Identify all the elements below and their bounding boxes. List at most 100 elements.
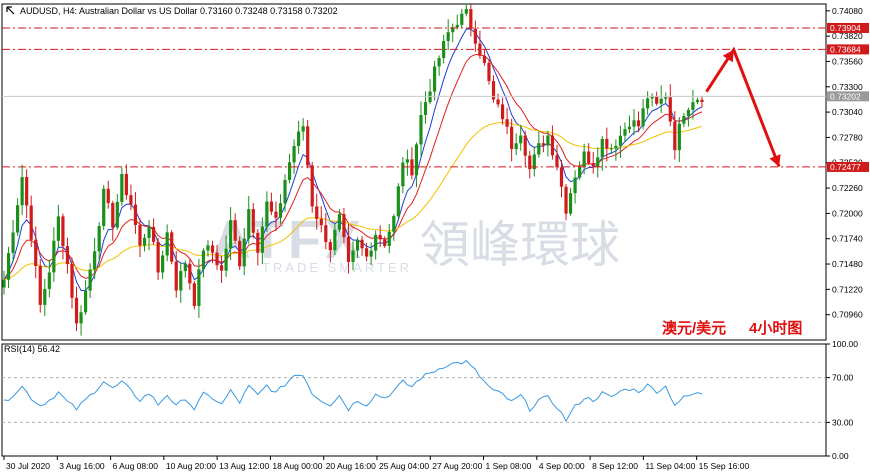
candle-body: [34, 239, 38, 266]
candle-body: [201, 250, 206, 270]
candle-body: [546, 135, 550, 146]
candle-body: [111, 203, 115, 228]
candle: [192, 280, 196, 310]
candle-body: [170, 232, 174, 262]
rsi-tick-label: 30.00: [832, 417, 854, 427]
candle-body: [247, 209, 251, 239]
price-tick-label: 0.73300: [832, 82, 863, 92]
candle-body: [206, 245, 210, 251]
candle-body: [659, 98, 663, 104]
watermark-tagline: TRADE SMARTER: [262, 260, 412, 275]
candle-body: [292, 145, 296, 163]
time-tick-label: 8 Sep 12:00: [592, 461, 638, 471]
candle-body: [219, 265, 224, 271]
candle-body: [541, 143, 545, 146]
time-tick-label: 10 Aug 20:00: [166, 461, 216, 471]
candle-body: [695, 99, 700, 103]
candle-body: [165, 232, 169, 256]
price-tick-label: 0.71480: [832, 259, 863, 269]
candle-body: [197, 269, 201, 306]
candle-body: [641, 108, 645, 127]
candle-body: [269, 201, 274, 212]
candle-body: [600, 138, 604, 158]
candle-body: [627, 126, 632, 130]
candle-body: [238, 240, 242, 267]
time-tick-label: 27 Aug 20:00: [432, 461, 482, 471]
annotation-pair: 澳元/美元: [662, 319, 726, 337]
candle-body: [56, 216, 60, 241]
candle-body: [328, 242, 332, 251]
candle-body: [215, 252, 219, 266]
candle: [487, 59, 491, 85]
candle: [102, 184, 106, 231]
candle-body: [38, 265, 42, 305]
candle-body: [487, 62, 491, 82]
time-tick-label: 15 Sep 16:00: [699, 461, 750, 471]
candle-body: [473, 28, 477, 44]
candle-body: [337, 214, 342, 230]
candle-body: [192, 283, 196, 306]
time-tick-label: 1 Sep 08:00: [486, 461, 532, 471]
price-tick-label: 0.73040: [832, 107, 863, 117]
level-price-badge: 0.72477: [830, 162, 861, 172]
candle-body: [2, 279, 6, 288]
candle-body: [133, 204, 138, 225]
candle-body: [587, 151, 591, 164]
candle-body: [115, 201, 119, 228]
candle-body: [43, 288, 47, 305]
time-tick-label: 11 Sep 04:00: [645, 461, 695, 471]
candle-body: [636, 120, 641, 127]
candle: [38, 259, 42, 313]
candle-body: [120, 173, 124, 202]
candle: [396, 183, 400, 220]
candle-body: [618, 135, 623, 146]
candle-body: [646, 98, 650, 109]
candle: [310, 161, 314, 213]
candle-body: [174, 261, 178, 291]
candle-body: [442, 41, 446, 59]
candle-body: [401, 162, 405, 187]
candle-body: [20, 177, 24, 206]
candle-body: [297, 131, 301, 146]
candle-body: [106, 188, 110, 204]
candle-body: [333, 229, 337, 251]
candle-body: [432, 66, 437, 92]
candle-body: [405, 159, 409, 163]
candle-body: [210, 245, 215, 253]
candle-body: [677, 123, 681, 151]
time-tick-label: 30 Jul 2020: [6, 461, 50, 471]
candle-body: [655, 96, 659, 104]
candle-body: [364, 248, 369, 257]
candle-body: [469, 9, 473, 29]
candle-body: [346, 237, 351, 262]
watermark-chinese: 領峰環球: [420, 217, 620, 273]
price-chart: ATFX 領峰環球 TRADE SMARTER 0.740800.738200.…: [0, 0, 870, 474]
candle-body: [93, 251, 97, 270]
candle-body: [614, 145, 618, 149]
candle-body: [274, 211, 278, 218]
candle-body: [301, 126, 305, 132]
candle-body: [256, 232, 260, 253]
rsi-tick-label: 100.00: [832, 339, 858, 349]
candle-body: [496, 99, 500, 105]
candle-body: [156, 241, 160, 273]
candle-body: [183, 263, 187, 272]
price-tick-label: 0.74080: [832, 6, 863, 16]
candle-body: [88, 269, 92, 291]
candle-body: [369, 250, 373, 257]
price-tick-label: 0.71220: [832, 284, 863, 294]
candle-body: [224, 248, 228, 271]
candle-body: [79, 312, 83, 324]
candle-body: [242, 238, 246, 267]
candle-body: [129, 195, 133, 205]
candle-body: [673, 121, 677, 151]
candle-body: [52, 240, 56, 273]
candle-body: [6, 253, 11, 280]
candle-body: [668, 97, 672, 122]
candle-body: [378, 234, 382, 240]
price-tick-label: 0.72780: [832, 132, 863, 142]
candle-body: [147, 226, 151, 238]
time-tick-label: 4 Sep 00:00: [539, 461, 585, 471]
price-tick-label: 0.72000: [832, 208, 863, 218]
candle-body: [65, 246, 70, 265]
